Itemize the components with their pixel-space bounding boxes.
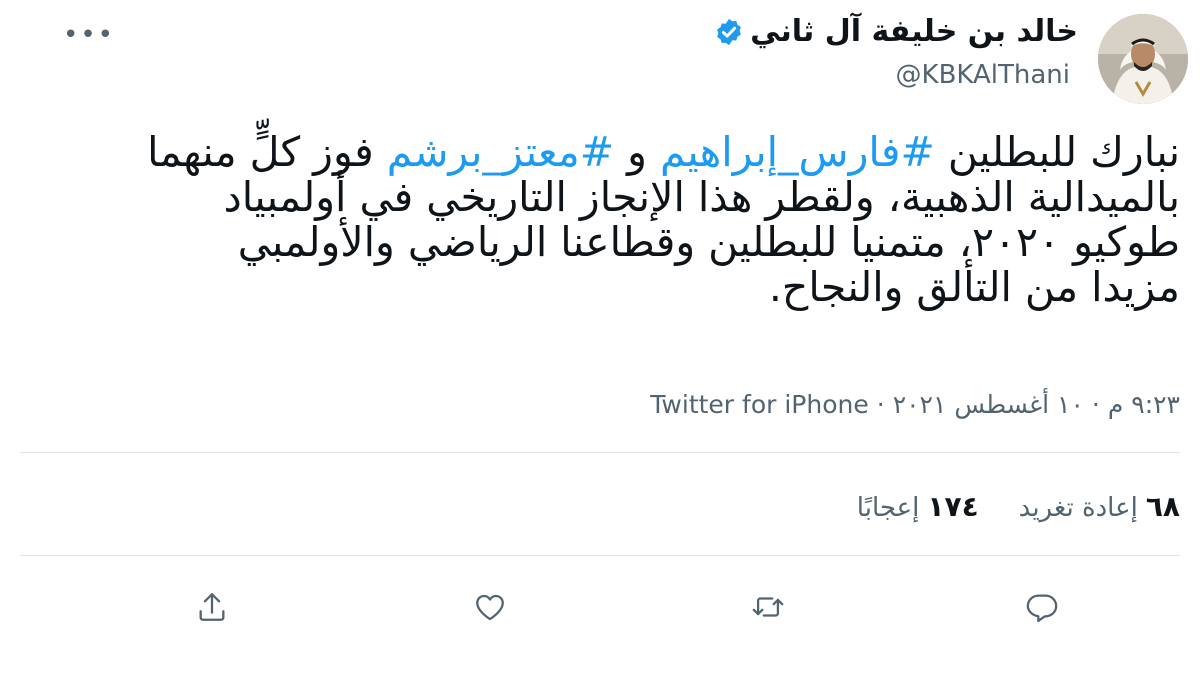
tweet-text-segment: نبارك للبطلين [934,128,1180,176]
retweet-icon [752,597,784,617]
likes-label: إعجابًا [856,493,920,523]
author-handle[interactable]: @KBKAlThani [896,60,1070,90]
share-button[interactable] [188,583,236,631]
hashtag-link[interactable]: #فارس_إبراهيم [660,128,935,176]
meta-separator: · [1091,390,1100,419]
verified-badge-icon [717,18,741,45]
tweet-author: خالد بن خليفة آل ثاني @KBKAlThani [640,0,1200,120]
tweet-date[interactable]: ١٠ أغسطس ٢٠٢١ [893,390,1084,419]
retweets-count: ٦٨ [1145,490,1180,523]
tweet-line-3: طوكيو ٢٠٢٠، متمنيا للبطلين وقطاعنا الريا… [237,218,1180,266]
tweet-stats: ٦٨ إعادة تغريد ١٧٤ إعجابًا [857,490,1180,523]
display-name-text: خالد بن خليفة آل ثاني [750,14,1078,49]
hashtag-link[interactable]: #معتز_برشم [387,128,614,176]
likes-stat[interactable]: ١٧٤ إعجابًا [857,490,979,523]
tweet-line-4: مزيدا من التألق والنجاح. [768,263,1180,311]
retweets-label: إعادة تغريد [1018,493,1138,523]
tweet-line-1: نبارك للبطلين #فارس_إبراهيم و #معتز_برشم… [40,130,1180,175]
more-options-button[interactable]: ••• [62,18,116,52]
tweet-card: ••• خالد بن خليفة آل ثاني @KBKAlThani نب… [0,0,1200,678]
meta-separator: · [876,390,885,419]
tweet-line-2: بالميدالية الذهبية، ولقطر هذا الإنجاز ال… [223,173,1180,221]
like-button[interactable] [466,583,514,631]
heart-icon [476,594,504,621]
avatar[interactable] [1098,14,1188,104]
reply-button[interactable] [1018,583,1066,631]
tweet-text: نبارك للبطلين #فارس_إبراهيم و #معتز_برشم… [40,130,1180,310]
retweets-stat[interactable]: ٦٨ إعادة تغريد [1019,490,1180,523]
reply-icon [1026,594,1058,623]
tweet-time[interactable]: ٩:٢٣ م [1108,390,1180,419]
avatar-photo [1098,14,1188,104]
divider [20,555,1180,556]
more-icon: ••• [62,20,115,50]
divider [20,452,1180,453]
retweet-button[interactable] [744,583,792,631]
tweet-source-link[interactable]: Twitter for iPhone [650,390,868,419]
tweet-text-segment: و [614,128,660,176]
tweet-meta: ٩:٢٣ م · ١٠ أغسطس ٢٠٢١ · Twitter for iPh… [650,390,1180,419]
display-name[interactable]: خالد بن خليفة آل ثاني [714,14,1078,49]
tweet-text-segment: فوز كلٍّ منهما [147,128,387,176]
likes-count: ١٧٤ [927,490,979,523]
share-icon [199,593,225,621]
